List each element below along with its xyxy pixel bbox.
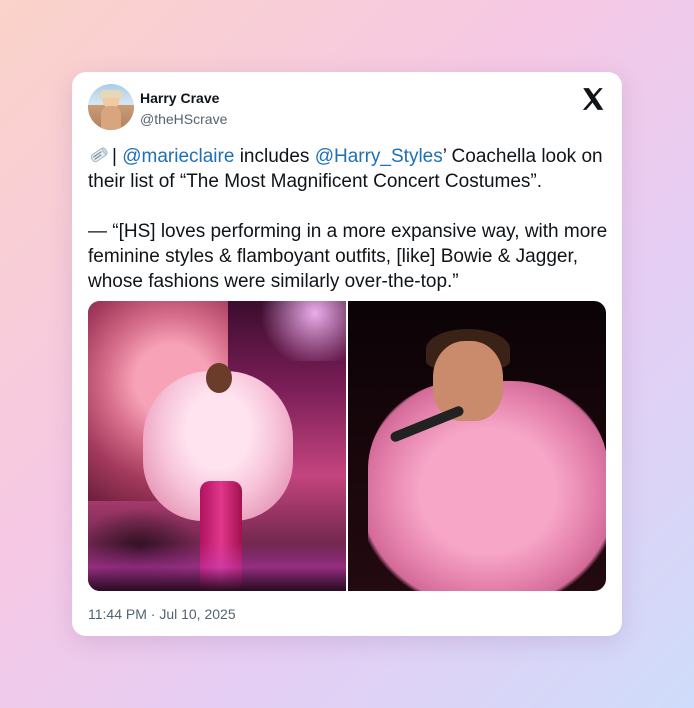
x-logo-icon[interactable] [580,86,606,112]
performer-head [206,363,232,393]
performer-face [433,341,503,421]
stage-floor [88,543,346,591]
tweet-card: Harry Crave @theHScrave | @marieclaire i… [72,72,622,636]
separator-text: | [112,146,123,167]
post-quote: — “[HS] loves performing in a more expan… [88,221,608,292]
newspaper-roll-icon [88,144,110,166]
performer-stage-photo[interactable] [88,301,346,591]
mention-marieclaire[interactable]: @marieclaire [122,146,234,167]
stage-lights [238,301,346,361]
avatar-hat [99,90,123,98]
mention-harry-styles[interactable]: @Harry_Styles [315,146,443,167]
media-grid [88,301,606,591]
timestamp[interactable]: 11:44 PM · Jul 10, 2025 [88,606,236,622]
post-text-segment: includes [234,146,315,167]
avatar-figure [101,106,121,130]
author-handle[interactable]: @theHScrave [140,111,227,127]
performer-closeup-photo[interactable] [348,301,606,591]
post-text: | @marieclaire includes @Harry_Styles’ C… [88,144,608,294]
avatar[interactable] [88,84,134,130]
author-name[interactable]: Harry Crave [140,90,219,106]
